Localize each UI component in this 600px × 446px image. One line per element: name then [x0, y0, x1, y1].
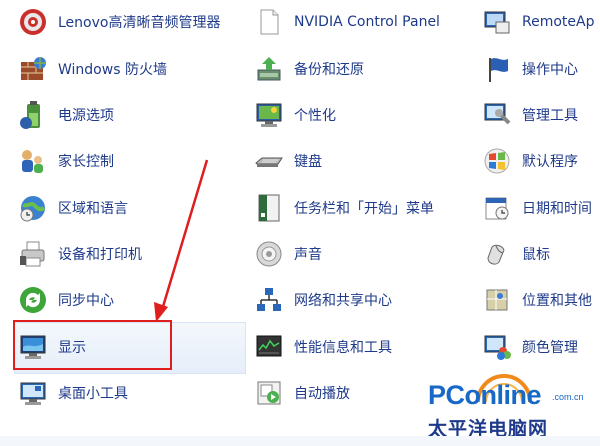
item-label: 同步中心 — [58, 293, 114, 309]
item-keyboard[interactable]: 键盘 — [252, 141, 477, 181]
autoplay-icon — [252, 376, 286, 410]
item-label: 性能信息和工具 — [294, 340, 392, 356]
parental-controls-icon — [16, 144, 50, 178]
item-parental-controls[interactable]: 家长控制 — [16, 141, 246, 181]
item-label: 家长控制 — [58, 154, 114, 170]
admin-tools-icon — [480, 98, 514, 132]
item-date-time[interactable]: 日期和时间 — [480, 188, 600, 228]
watermark-brand: PConline — [428, 380, 542, 410]
item-remoteapp[interactable]: RemoteAp — [480, 2, 600, 42]
item-default-programs[interactable]: 默认程序 — [480, 141, 600, 181]
item-label: 操作中心 — [522, 62, 578, 78]
sync-icon — [16, 283, 50, 317]
windows-logo-icon — [480, 144, 514, 178]
backup-icon — [252, 52, 286, 86]
item-label: 区域和语言 — [58, 201, 128, 217]
globe-clock-icon — [16, 191, 50, 225]
bottom-strip — [0, 436, 600, 446]
item-nvidia-control-panel[interactable]: NVIDIA Control Panel — [252, 2, 477, 42]
item-admin-tools[interactable]: 管理工具 — [480, 95, 600, 135]
color-management-icon — [480, 330, 514, 364]
item-backup-restore[interactable]: 备份和还原 — [252, 49, 477, 89]
battery-icon — [16, 98, 50, 132]
item-label: 键盘 — [294, 154, 322, 170]
item-label: 管理工具 — [522, 108, 578, 124]
sound-icon — [252, 237, 286, 271]
mouse-icon — [480, 237, 514, 271]
firewall-icon — [16, 52, 50, 86]
item-label: 位置和其他 — [522, 293, 592, 309]
item-label: 鼠标 — [522, 247, 550, 263]
item-label: 设备和打印机 — [58, 247, 142, 263]
calendar-icon — [480, 191, 514, 225]
item-performance[interactable]: 性能信息和工具 — [252, 327, 477, 367]
display-highlight-box — [13, 320, 172, 370]
item-mouse[interactable]: 鼠标 — [480, 234, 600, 274]
item-label: 声音 — [294, 247, 322, 263]
item-label: 日期和时间 — [522, 201, 592, 217]
item-personalization[interactable]: 个性化 — [252, 95, 477, 135]
item-label: 电源选项 — [58, 108, 114, 124]
item-label: 颜色管理 — [522, 340, 578, 356]
document-icon — [252, 5, 286, 39]
item-color-management[interactable]: 颜色管理 — [480, 327, 600, 367]
item-devices-printers[interactable]: 设备和打印机 — [16, 234, 246, 274]
item-label: 备份和还原 — [294, 62, 364, 78]
performance-icon — [252, 330, 286, 364]
printer-icon — [16, 237, 50, 271]
personalization-icon — [252, 98, 286, 132]
item-action-center[interactable]: 操作中心 — [480, 49, 600, 89]
item-label: Lenovo高清晰音频管理器 — [58, 15, 221, 31]
keyboard-icon — [252, 144, 286, 178]
flag-icon — [480, 52, 514, 86]
item-label: 桌面小工具 — [58, 386, 128, 402]
item-firewall[interactable]: Windows 防火墙 — [16, 49, 246, 89]
item-power-options[interactable]: 电源选项 — [16, 95, 246, 135]
pconline-watermark: PConline .com.cn 太平洋电脑网 — [412, 370, 600, 446]
watermark-domain: .com.cn — [552, 392, 584, 402]
item-lenovo-audio[interactable]: Lenovo高清晰音频管理器 — [16, 2, 246, 42]
item-label: 默认程序 — [522, 154, 578, 170]
item-label: 网络和共享中心 — [294, 293, 392, 309]
location-icon — [480, 283, 514, 317]
item-label: NVIDIA Control Panel — [294, 14, 440, 30]
item-label: 个性化 — [294, 108, 336, 124]
speaker-icon — [16, 5, 50, 39]
item-label: 自动播放 — [294, 386, 350, 402]
item-desktop-gadgets[interactable]: 桌面小工具 — [16, 373, 246, 413]
taskbar-icon — [252, 191, 286, 225]
item-region-language[interactable]: 区域和语言 — [16, 188, 246, 228]
item-sound[interactable]: 声音 — [252, 234, 477, 274]
control-panel-grid: Lenovo高清晰音频管理器 Windows 防火墙 电源选项 家长控制 区域和… — [0, 0, 600, 446]
remoteapp-icon — [480, 5, 514, 39]
gadgets-icon — [16, 376, 50, 410]
item-network-sharing[interactable]: 网络和共享中心 — [252, 280, 477, 320]
network-icon — [252, 283, 286, 317]
item-label: Windows 防火墙 — [58, 62, 167, 78]
item-location-sensors[interactable]: 位置和其他 — [480, 280, 600, 320]
item-label: RemoteAp — [522, 14, 595, 30]
item-label: 任务栏和「开始」菜单 — [294, 201, 434, 217]
item-sync-center[interactable]: 同步中心 — [16, 280, 246, 320]
item-taskbar-start-menu[interactable]: 任务栏和「开始」菜单 — [252, 188, 477, 228]
